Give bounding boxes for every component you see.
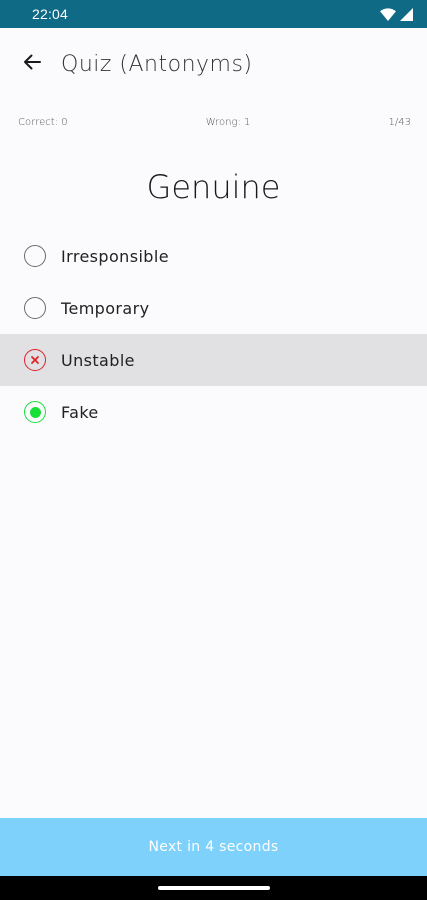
option-label: Unstable xyxy=(61,350,135,370)
wrong-answer-icon xyxy=(24,349,46,371)
app-bar: Quiz (Antonyms) xyxy=(0,28,427,100)
signal-icon xyxy=(400,7,413,21)
option-temporary[interactable]: Temporary xyxy=(0,282,427,334)
navigation-bar xyxy=(0,876,427,900)
radio-unselected-icon xyxy=(24,297,46,319)
wifi-icon xyxy=(380,7,396,21)
correct-answer-icon xyxy=(24,401,46,423)
radio-unselected-icon xyxy=(24,245,46,267)
correct-count: Correct: 0 xyxy=(18,117,68,128)
option-unstable[interactable]: Unstable xyxy=(0,334,427,386)
wrong-count: Wrong: 1 xyxy=(205,117,251,128)
option-label: Temporary xyxy=(61,298,150,318)
score-row: Correct: 0 Wrong: 1 1/43 xyxy=(18,117,411,128)
option-fake[interactable]: Fake xyxy=(0,386,427,438)
back-button[interactable] xyxy=(16,48,48,80)
status-time: 22:04 xyxy=(32,6,69,22)
option-irresponsible[interactable]: Irresponsible xyxy=(0,230,427,282)
next-button[interactable]: Next in 4 seconds xyxy=(0,818,427,876)
status-icons xyxy=(380,7,413,21)
answer-options: Irresponsible Temporary Unstable Fake xyxy=(0,230,427,438)
option-label: Irresponsible xyxy=(61,246,169,266)
question-progress: 1/43 xyxy=(388,117,411,128)
page-title: Quiz (Antonyms) xyxy=(61,51,253,77)
home-indicator[interactable] xyxy=(157,886,270,890)
question-word: Genuine xyxy=(146,168,281,206)
status-bar: 22:04 xyxy=(0,0,427,28)
option-label: Fake xyxy=(61,402,99,422)
arrow-left-icon xyxy=(22,52,42,76)
